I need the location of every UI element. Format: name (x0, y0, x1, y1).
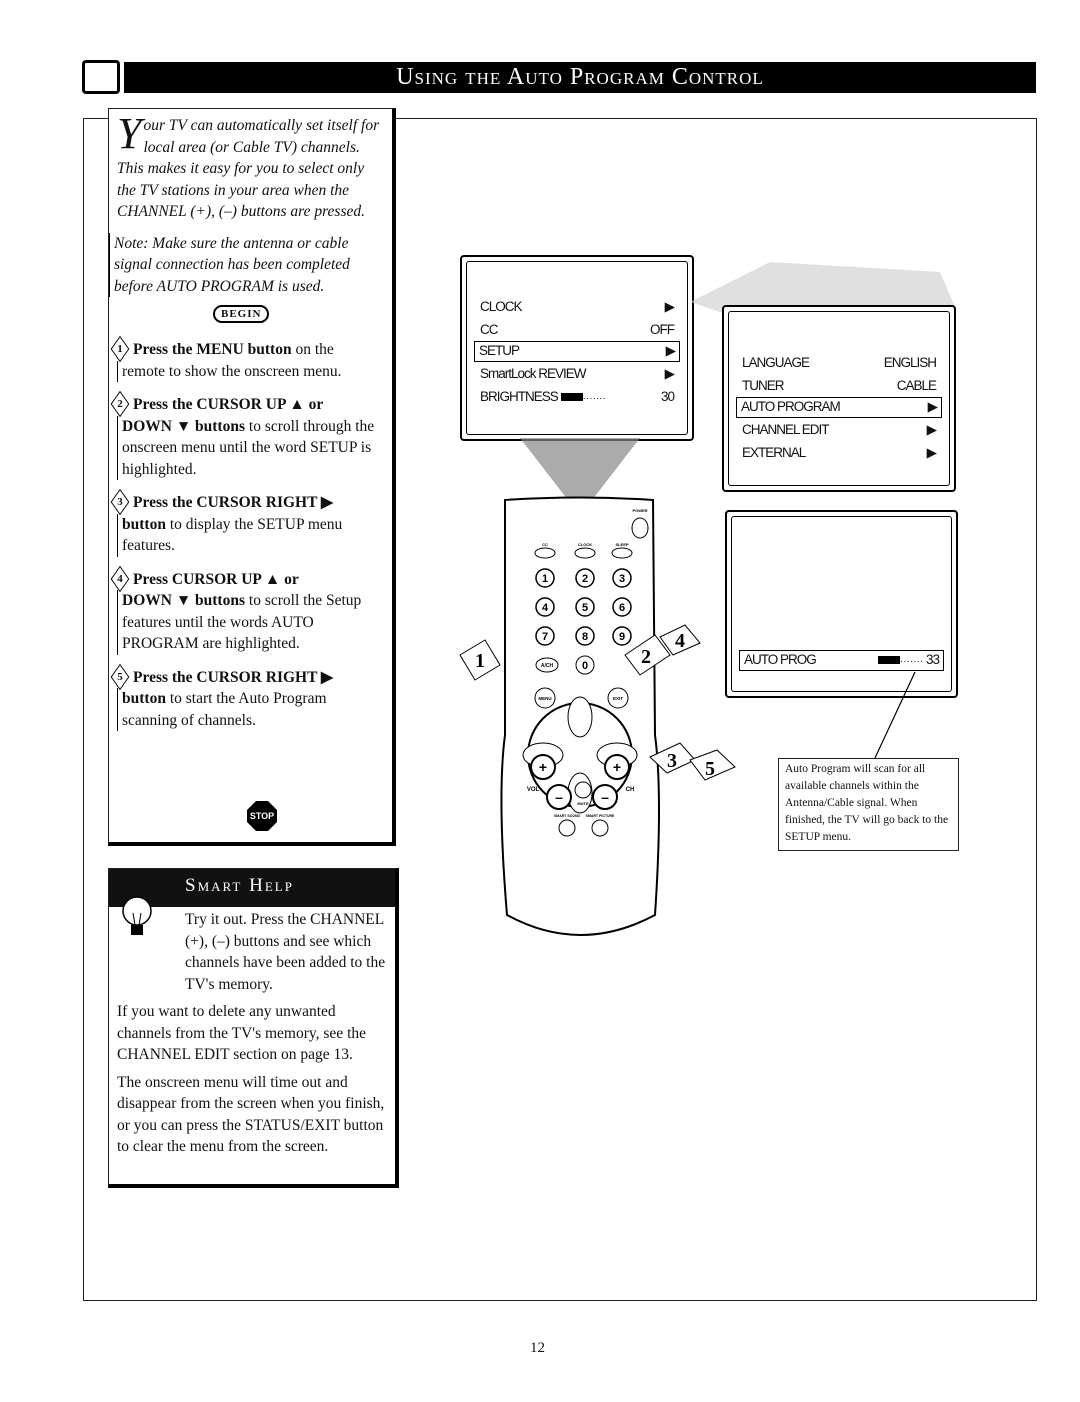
clock-button[interactable] (574, 547, 596, 559)
mute-button[interactable] (574, 781, 592, 799)
menu-item-cc[interactable]: CC OFF (480, 318, 675, 341)
page-title: Using the Auto Program Control (124, 62, 1036, 93)
svg-text:2: 2 (641, 646, 651, 668)
brightness-bar (560, 393, 583, 402)
menu-item-setup[interactable]: SETUP ▶ (474, 341, 680, 362)
menu-item-channel-edit[interactable]: CHANNEL EDIT ▶ (742, 418, 937, 441)
menu-item-language[interactable]: LANGUAGE ENGLISH (742, 351, 937, 374)
menu-item-auto-program[interactable]: AUTO PROGRAM ▶ (736, 397, 942, 418)
svg-text:EXIT: EXIT (613, 696, 623, 701)
main-menu-screen: CLOCK ▶ CC OFF SETUP ▶ SmartLock REVIEW ▶ BR… (460, 255, 694, 441)
remote-control-illustration: POWER CC CLOCK SLEEP 1 2 3 4 5 6 7 8 9 0 A/CH MEN… (459, 496, 736, 936)
svg-text:6: 6 (619, 602, 625, 614)
menu-item-external[interactable]: EXTERNAL ▶ (742, 441, 937, 464)
svg-text:4: 4 (542, 602, 549, 614)
page-number: 12 (530, 1340, 545, 1356)
intro-note: Note: Make sure the antenna or cable sig… (109, 232, 384, 297)
menu-item-tuner[interactable]: TUNER CABLE (742, 374, 937, 397)
step-3: 3 Press the CURSOR RIGHT ▶ button to displ… (117, 492, 384, 557)
menu-item-brightness[interactable]: BRIGHTNESS ······· 30 (480, 385, 675, 408)
section-icon (82, 60, 120, 94)
svg-text:+: + (539, 759, 547, 775)
svg-text:SLEEP: SLEEP (615, 542, 628, 547)
svg-text:SMART SOUND: SMART SOUND (554, 814, 581, 818)
svg-text:0: 0 (582, 660, 588, 672)
svg-text:8: 8 (582, 631, 588, 643)
svg-text:VOL: VOL (527, 787, 540, 793)
svg-text:+: + (613, 759, 621, 775)
svg-text:4: 4 (675, 630, 685, 652)
cc-button[interactable] (534, 547, 556, 559)
begin-badge: BEGIN (213, 305, 270, 323)
smart-help-box: Smart Help Try it out. Press the CHANNEL… (108, 868, 399, 1188)
svg-text:3: 3 (619, 573, 625, 585)
lightbulb-icon (122, 896, 152, 935)
power-label: POWER (632, 508, 647, 513)
setup-menu-screen: LANGUAGE ENGLISH TUNER CABLE AUTO PROGRAM ▶… (722, 305, 956, 492)
menu-item-smartlock-review[interactable]: SmartLock REVIEW ▶ (480, 362, 675, 385)
cursor-up-button[interactable] (567, 696, 593, 738)
intro: Your TV can automatically set itself for… (117, 109, 380, 221)
svg-text:CH: CH (626, 787, 635, 793)
svg-text:5: 5 (705, 758, 715, 780)
menu-item-clock[interactable]: CLOCK ▶ (480, 295, 675, 318)
auto-prog-screen: AUTO PROG ······· 33 (725, 510, 958, 698)
step-2: 2 Press the CURSOR UP ▲ or DOWN ▼ buttons … (117, 394, 384, 480)
power-button[interactable] (631, 517, 649, 539)
svg-text:1: 1 (475, 650, 485, 672)
auto-program-caption: Auto Program will scan for all available… (778, 758, 959, 851)
step-4: 4 Press CURSOR UP ▲ or DOWN ▼ buttons to s… (117, 569, 384, 655)
svg-text:9: 9 (619, 631, 625, 643)
smart-picture-button[interactable] (591, 819, 609, 837)
svg-text:–: – (601, 789, 609, 805)
svg-text:5: 5 (582, 602, 588, 614)
svg-text:A/CH: A/CH (541, 663, 554, 669)
svg-text:1: 1 (542, 573, 548, 585)
svg-text:CC: CC (542, 542, 548, 547)
smart-sound-button[interactable] (558, 819, 576, 837)
svg-text:SMART PICTURE: SMART PICTURE (586, 814, 615, 818)
svg-text:3: 3 (667, 750, 677, 772)
step-1: 1 Press the MENU button on the remote to s… (117, 339, 384, 382)
svg-text:CLOCK: CLOCK (578, 542, 592, 547)
svg-text:–: – (555, 789, 563, 805)
svg-text:MENU: MENU (538, 696, 551, 701)
auto-prog-progress: AUTO PROG ······· 33 (739, 650, 944, 671)
sleep-button[interactable] (611, 547, 633, 559)
instructions-panel: Your TV can automatically set itself for… (108, 108, 396, 846)
stop-sign-icon: STOP (247, 801, 277, 831)
svg-text:MUTE: MUTE (577, 801, 589, 806)
step-5: 5 Press the CURSOR RIGHT ▶ button to start… (117, 667, 384, 731)
svg-text:7: 7 (542, 631, 548, 643)
caption-pointer-line (874, 671, 916, 759)
svg-text:2: 2 (582, 573, 588, 585)
